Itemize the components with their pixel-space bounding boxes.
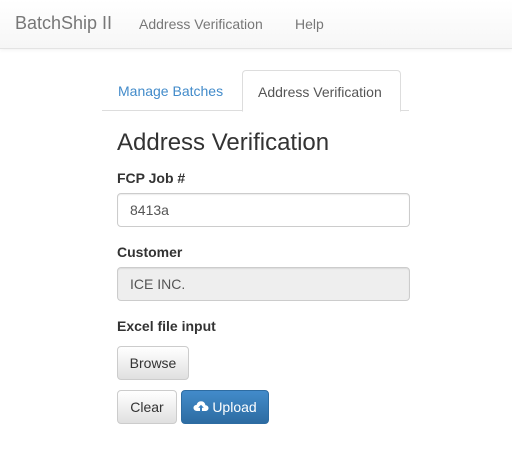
tab-address-verification[interactable]: Address Verification	[242, 70, 401, 112]
nav-help[interactable]: Help	[295, 16, 324, 32]
page-title: Address Verification	[117, 129, 330, 156]
cloud-upload-icon	[193, 401, 209, 412]
customer-field: ICE INC.	[117, 267, 410, 301]
job-label: FCP Job #	[117, 170, 186, 186]
browse-button[interactable]: Browse	[117, 346, 189, 380]
tab-manage-batches[interactable]: Manage Batches	[102, 70, 241, 112]
job-number-input[interactable]: 8413a	[117, 193, 410, 227]
excel-file-label: Excel file input	[117, 318, 216, 334]
upload-button[interactable]: Upload	[181, 390, 269, 424]
clear-button[interactable]: Clear	[117, 390, 177, 424]
customer-label: Customer	[117, 244, 183, 260]
tab-bar: Manage Batches Address Verification	[102, 70, 409, 112]
brand-link[interactable]: BatchShip II	[15, 13, 112, 34]
nav-address-verification[interactable]: Address Verification	[139, 16, 263, 32]
upload-label: Upload	[212, 399, 257, 415]
navbar: BatchShip II Address Verification Help	[0, 0, 512, 49]
